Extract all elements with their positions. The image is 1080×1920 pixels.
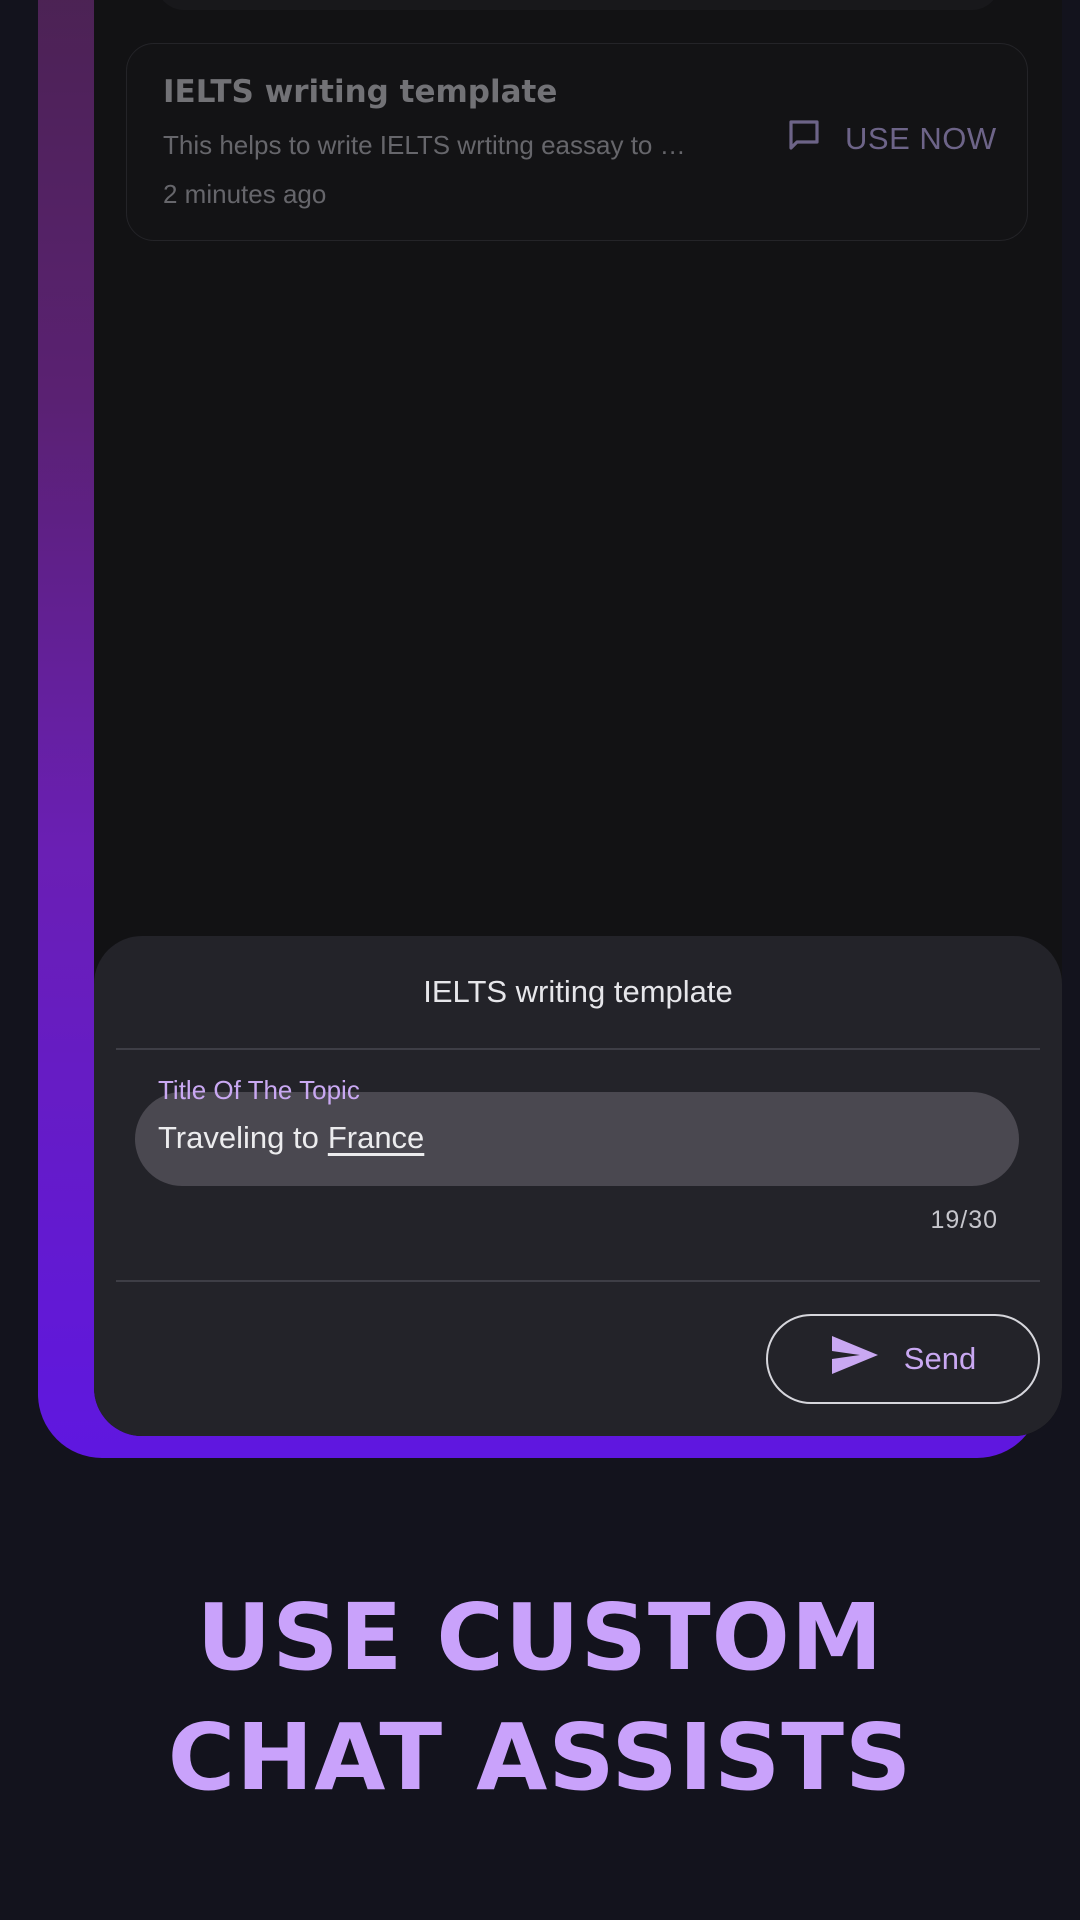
send-button[interactable]: Send <box>766 1314 1040 1404</box>
sheet-top-divider <box>116 1048 1040 1050</box>
use-now-label: USE NOW <box>845 121 997 156</box>
headline-line-2: CHAT ASSISTS <box>167 1704 913 1811</box>
template-card-title: IELTS writing template <box>163 74 558 110</box>
sheet-bottom-divider <box>116 1280 1040 1282</box>
topic-title-value: Traveling to France <box>158 1120 424 1156</box>
template-card-description: This helps to write IELTS wrtitng eassay… <box>163 130 686 160</box>
topic-title-value-prefix: Traveling to <box>158 1120 319 1155</box>
chat-bubble-icon <box>787 118 821 160</box>
topic-title-label: Title Of The Topic <box>158 1075 360 1105</box>
topic-title-value-underlined: France <box>327 1120 425 1155</box>
bottom-sheet: IELTS writing template Traveling to Fran… <box>94 936 1062 1436</box>
send-label: Send <box>903 1341 977 1376</box>
send-icon <box>830 1334 880 1384</box>
template-card-timestamp: 2 minutes ago <box>163 179 327 209</box>
app-screen: IELTS writing template This helps to wri… <box>94 0 1062 1436</box>
character-counter: 19/30 <box>930 1206 998 1234</box>
template-card[interactable]: IELTS writing template This helps to wri… <box>126 43 1028 241</box>
previous-card[interactable] <box>156 0 1000 10</box>
sheet-title: IELTS writing template <box>423 974 733 1009</box>
headline-line-1: USE CUSTOM <box>196 1584 884 1691</box>
topic-title-input[interactable]: Traveling to France <box>135 1092 1019 1186</box>
phone-frame: IELTS writing template This helps to wri… <box>38 0 1062 1458</box>
use-now-button[interactable]: USE NOW <box>787 116 997 162</box>
